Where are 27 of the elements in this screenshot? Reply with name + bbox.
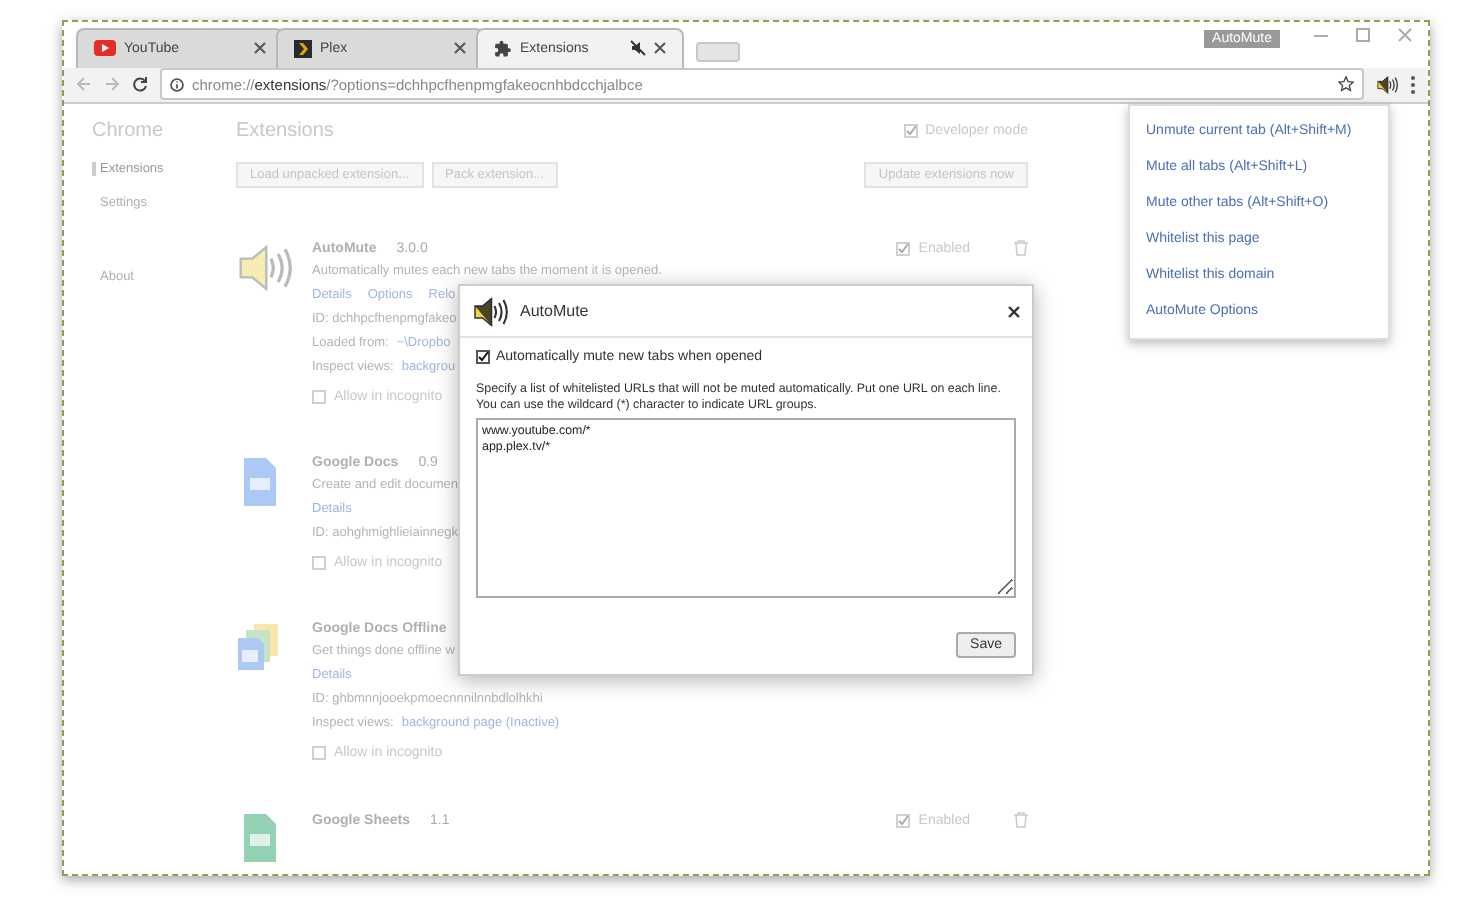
close-icon[interactable] (454, 42, 466, 54)
checkbox[interactable] (903, 124, 918, 138)
checkbox[interactable] (896, 813, 911, 827)
checkbox[interactable] (476, 350, 490, 364)
maximize-icon[interactable] (1356, 28, 1370, 42)
trash-icon[interactable] (1014, 240, 1028, 256)
chevron-icon (294, 39, 312, 57)
dialog-title: AutoMute (520, 302, 591, 320)
trash-icon[interactable] (1014, 812, 1028, 828)
close-button[interactable] (1008, 305, 1020, 317)
speaker-icon (472, 293, 508, 329)
muted-speaker-icon[interactable] (630, 40, 646, 56)
speaker-icon (236, 240, 292, 296)
forward-icon[interactable] (104, 76, 120, 93)
back-icon[interactable] (76, 76, 92, 93)
new-tab-button[interactable] (696, 41, 740, 61)
close-icon[interactable] (654, 42, 666, 54)
menu-icon[interactable] (1410, 75, 1416, 94)
close-icon[interactable] (254, 42, 266, 54)
extension-speaker-icon (1376, 73, 1398, 96)
play-icon (94, 40, 116, 56)
star-icon[interactable] (1338, 76, 1354, 93)
reload-icon[interactable] (132, 76, 148, 93)
checkbox[interactable] (896, 241, 911, 255)
info-icon[interactable] (170, 77, 184, 92)
stacked-documents-icon (236, 622, 284, 674)
puzzle-icon (494, 39, 512, 57)
